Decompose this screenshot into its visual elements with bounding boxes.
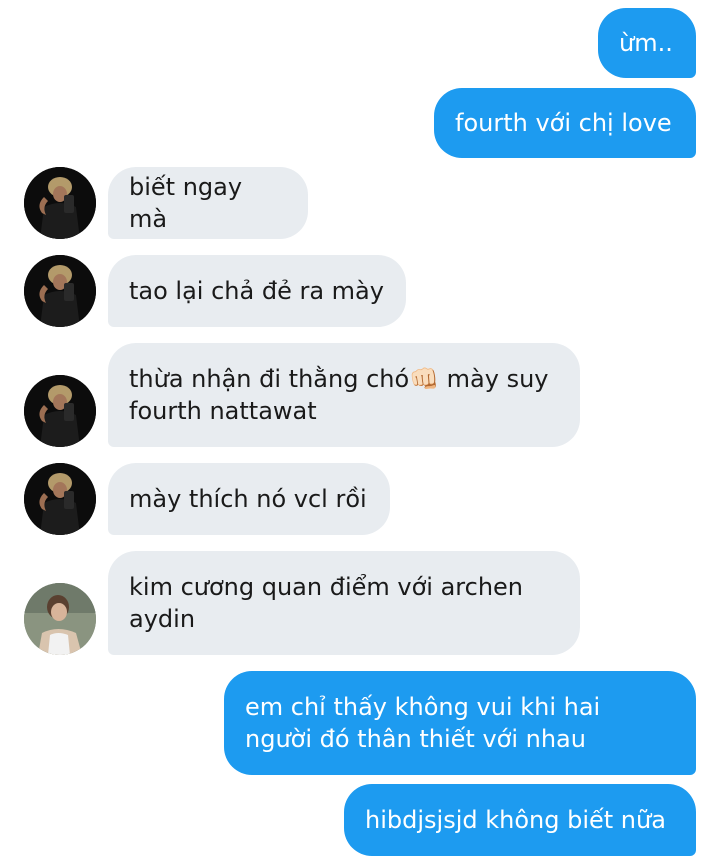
person-photo-icon <box>24 167 96 239</box>
incoming-message-bubble[interactable]: tao lại chả đẻ ra mày <box>108 255 406 327</box>
person-photo-icon <box>24 375 96 447</box>
incoming-message-bubble[interactable]: thừa nhận đi thằng chó👊🏻 mày suy fourth … <box>108 343 580 447</box>
message-text: ừm.. <box>619 29 673 57</box>
curly-hair-avatar[interactable] <box>24 463 96 535</box>
outgoing-message-bubble[interactable]: em chỉ thấy không vui khi hai người đó t… <box>224 671 696 775</box>
incoming-message-bubble[interactable]: mày thích nó vcl rồi <box>108 463 390 535</box>
message-text: fourth với chị love <box>455 109 672 137</box>
outgoing-message-bubble[interactable]: hibdjsjsjd không biết nữa <box>344 784 696 856</box>
curly-hair-avatar[interactable] <box>24 255 96 327</box>
message-text: em chỉ thấy không vui khi hai người đó t… <box>245 693 601 753</box>
message-text: biết ngay mà <box>129 173 243 233</box>
outgoing-message-bubble[interactable]: fourth với chị love <box>434 88 696 158</box>
person-photo-icon <box>24 255 96 327</box>
outgoing-message-bubble[interactable]: ừm.. <box>598 8 696 78</box>
message-text: tao lại chả đẻ ra mày <box>129 277 384 305</box>
person-photo-icon <box>24 463 96 535</box>
message-text: hibdjsjsjd không biết nữa <box>365 806 666 834</box>
message-text: thừa nhận đi thằng chó👊🏻 mày suy fourth … <box>129 365 549 425</box>
curly-hair-avatar[interactable] <box>24 375 96 447</box>
message-text: mày thích nó vcl rồi <box>129 485 367 513</box>
message-text: kim cương quan điểm với archen aydin <box>129 573 524 633</box>
curly-hair-avatar[interactable] <box>24 167 96 239</box>
person-photo-icon <box>24 583 96 655</box>
incoming-message-bubble[interactable]: kim cương quan điểm với archen aydin <box>108 551 580 655</box>
incoming-message-bubble[interactable]: biết ngay mà <box>108 167 308 239</box>
tank-top-avatar[interactable] <box>24 583 96 655</box>
